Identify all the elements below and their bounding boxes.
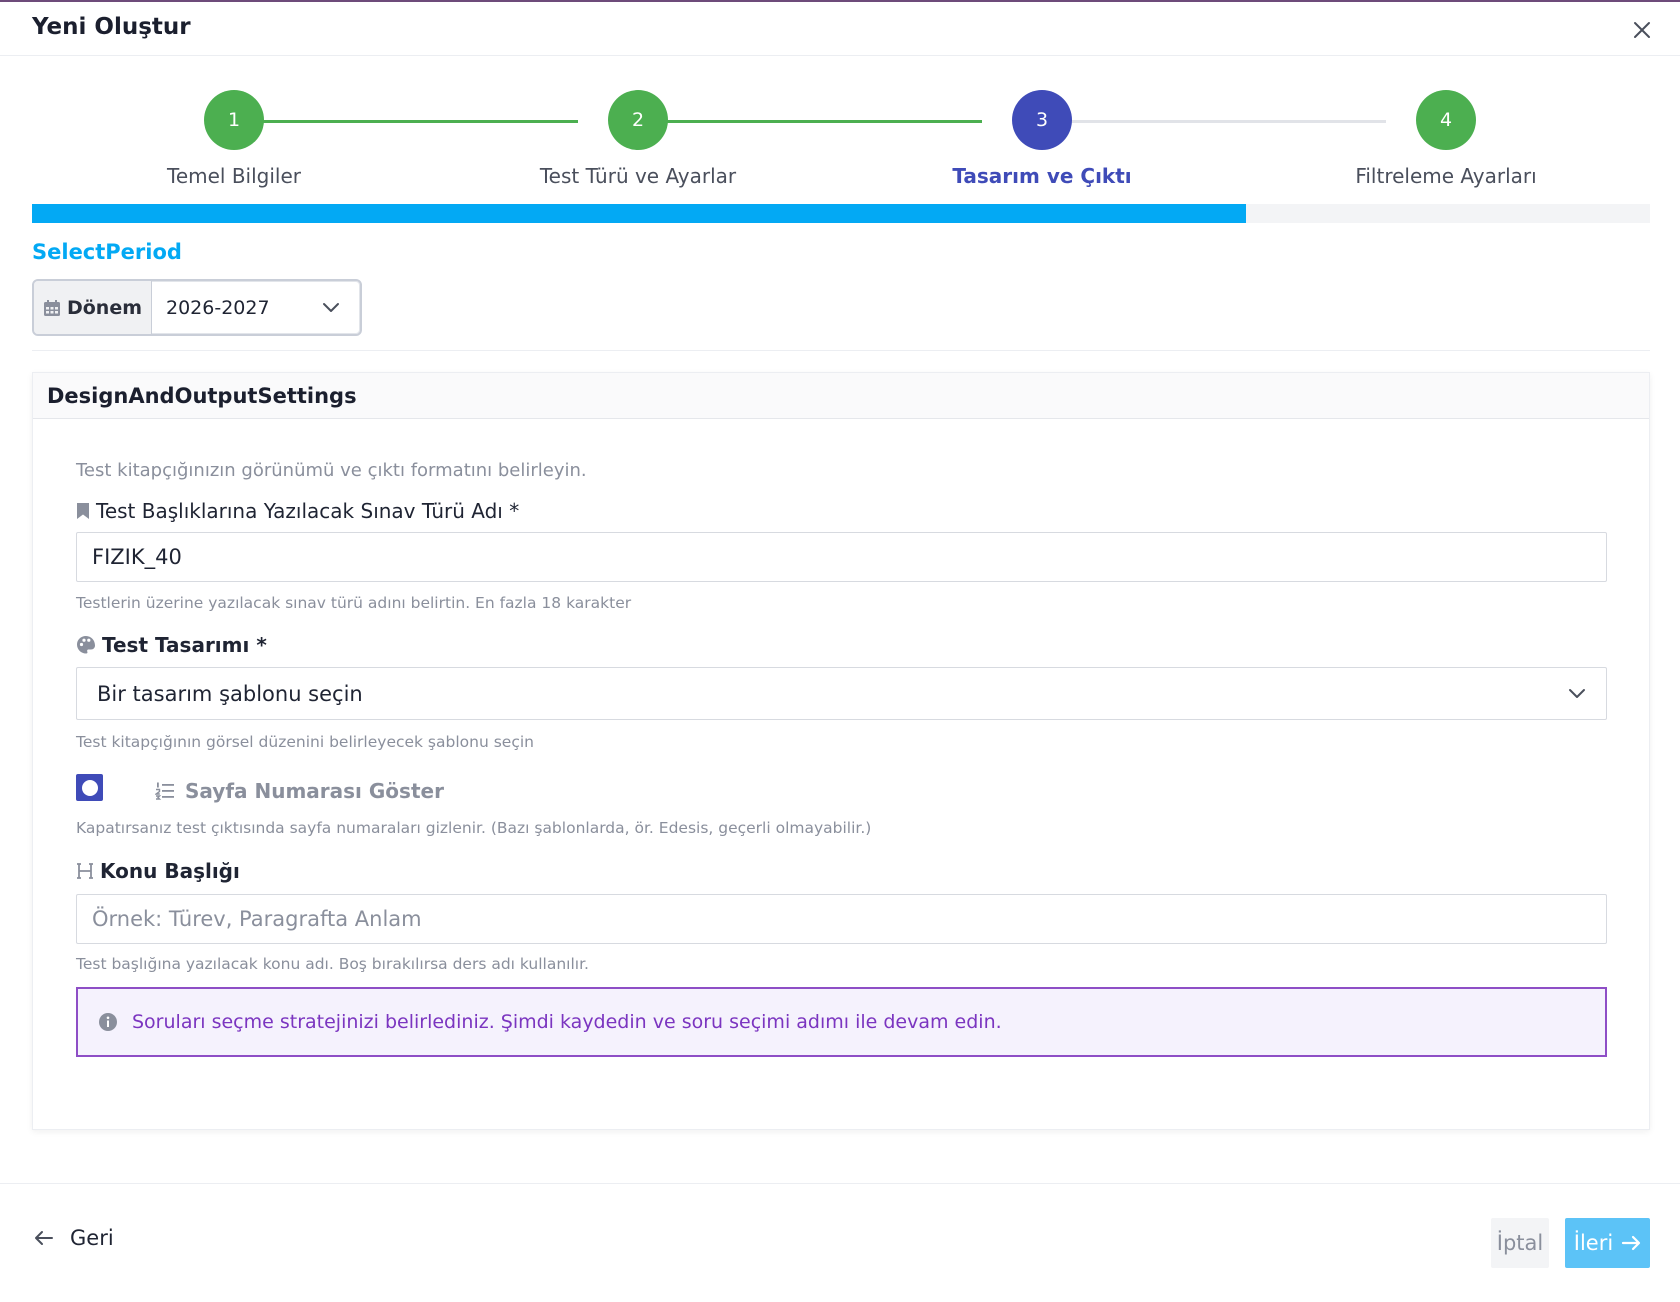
template-select-value: Bir tasarım şablonu seçin: [97, 681, 363, 706]
template-label-text: Test Tasarımı *: [102, 633, 267, 657]
template-label: Test Tasarımı *: [76, 633, 267, 657]
info-alert-text: Soruları seçme stratejinizi belirlediniz…: [132, 1011, 1002, 1033]
step-2-label: Test Türü ve Ayarlar: [539, 164, 737, 188]
step-3-number: 3: [1035, 109, 1049, 131]
info-circle-icon: [99, 1013, 117, 1031]
progress-bar: [32, 204, 1650, 223]
heading-icon: [77, 863, 93, 879]
step-3-label: Tasarım ve Çıktı: [952, 164, 1132, 188]
page-number-label: Sayfa Numarası Göster: [155, 779, 444, 803]
arrow-right-icon: [1622, 1235, 1641, 1251]
step-1-label: Temel Bilgiler: [167, 164, 301, 188]
step-4-label: Filtreleme Ayarları: [1355, 164, 1537, 188]
chevron-down-icon: [1569, 688, 1585, 698]
exam-name-input[interactable]: FIZIK_40: [76, 532, 1607, 582]
bookmark-icon: [77, 503, 89, 519]
template-select[interactable]: Bir tasarım şablonu seçin: [76, 667, 1607, 720]
card-intro: Test kitapçığınızın görünümü ve çıktı fo…: [76, 460, 587, 481]
arrow-left-icon: [35, 1231, 53, 1245]
period-selector: Dönem 2026-2027: [32, 279, 362, 336]
list-ol-icon: [155, 782, 174, 800]
next-button-label: İleri: [1573, 1231, 1614, 1255]
back-button[interactable]: Geri: [34, 1226, 114, 1250]
topic-label: Konu Başlığı: [76, 859, 240, 883]
step-connector-2: [638, 120, 982, 123]
next-button[interactable]: İleri: [1565, 1218, 1650, 1268]
period-select-value: 2026-2027: [166, 296, 270, 319]
dialog-header: Yeni Oluştur: [0, 2, 1680, 56]
info-alert: Soruları seçme stratejinizi belirlediniz…: [76, 987, 1607, 1057]
section-divider: [32, 350, 1650, 351]
topic-input[interactable]: Örnek: Türev, Paragrafta Anlam: [76, 894, 1607, 944]
page-number-help: Kapatırsanız test çıktısında sayfa numar…: [76, 819, 872, 837]
page-number-toggle[interactable]: [76, 774, 103, 801]
cancel-button-label: İptal: [1496, 1231, 1544, 1255]
close-icon: [1634, 22, 1650, 38]
dialog-title: Yeni Oluştur: [32, 14, 191, 40]
back-button-label: Geri: [70, 1226, 114, 1250]
stepper: 1 Temel Bilgiler 2 Test Türü ve Ayarlar …: [32, 88, 1650, 198]
period-addon-label: Dönem: [66, 296, 143, 319]
step-3-circle[interactable]: 3: [1012, 90, 1072, 150]
period-section-title: SelectPeriod: [32, 240, 182, 264]
exam-name-label-text: Test Başlıklarına Yazılacak Sınav Türü A…: [96, 499, 520, 523]
step-2-number: 2: [631, 109, 645, 131]
toggle-knob: [81, 779, 98, 796]
step-2-circle[interactable]: 2: [608, 90, 668, 150]
palette-icon: [77, 636, 95, 654]
calendar-icon: [43, 299, 60, 316]
step-4-number: 4: [1439, 109, 1453, 131]
cancel-button[interactable]: İptal: [1491, 1218, 1549, 1268]
design-settings-card: DesignAndOutputSettings Test kitapçığını…: [32, 372, 1650, 1130]
step-4-circle[interactable]: 4: [1416, 90, 1476, 150]
step-1-circle[interactable]: 1: [204, 90, 264, 150]
topic-help: Test başlığına yazılacak konu adı. Boş b…: [76, 955, 589, 973]
progress-bar-fill: [32, 204, 1246, 223]
page-number-label-text: Sayfa Numarası Göster: [185, 779, 444, 803]
card-title: DesignAndOutputSettings: [33, 373, 1649, 419]
step-connector-1: [234, 120, 578, 123]
step-connector-3: [1042, 120, 1386, 123]
exam-name-help: Testlerin üzerine yazılacak sınav türü a…: [76, 594, 632, 612]
step-1-number: 1: [227, 109, 241, 131]
template-help: Test kitapçığının görsel düzenini belirl…: [76, 733, 534, 751]
close-button[interactable]: [1628, 16, 1656, 44]
topic-label-text: Konu Başlığı: [100, 859, 240, 883]
exam-name-label: Test Başlıklarına Yazılacak Sınav Türü A…: [76, 499, 519, 523]
footer-divider: [0, 1183, 1680, 1184]
period-addon: Dönem: [34, 281, 152, 334]
chevron-down-icon: [323, 302, 339, 312]
period-select[interactable]: 2026-2027: [152, 281, 360, 334]
